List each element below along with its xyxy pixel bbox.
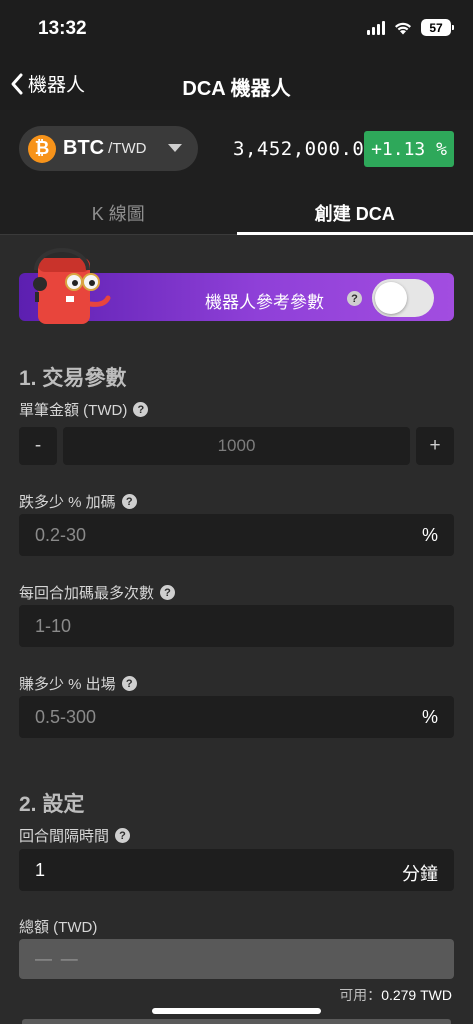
percent-unit: % xyxy=(421,525,438,545)
amount-stepper: - 1000 + xyxy=(19,427,454,465)
interval-unit: 分鐘 xyxy=(402,864,438,884)
profit-percent-placeholder: 0.5-300 xyxy=(35,707,97,727)
amount-label: 單筆金額 (TWD) ? xyxy=(19,399,149,420)
caret-down-icon xyxy=(168,144,182,152)
help-icon[interactable]: ? xyxy=(115,828,131,843)
robot-mascot-icon xyxy=(33,248,111,324)
profit-percent-label-text: 賺多少 % 出場 xyxy=(19,676,116,693)
help-icon[interactable]: ? xyxy=(121,494,137,509)
drop-percent-label-text: 跌多少 % 加碼 xyxy=(19,494,116,511)
amount-decrement-button[interactable]: - xyxy=(19,427,57,465)
percent-unit: % xyxy=(421,707,438,727)
drop-percent-label: 跌多少 % 加碼 ? xyxy=(19,491,137,512)
profit-percent-input[interactable]: 0.5-300 % xyxy=(19,696,454,738)
section-settings-title: 2. 設定 xyxy=(19,793,85,816)
status-icons: 57 xyxy=(367,19,454,36)
ticker-row: ₿ BTC /TWD 3,452,000.0 +1.13 % xyxy=(0,110,473,190)
last-price: 3,452,000.0 xyxy=(233,138,365,160)
interval-value: 1 xyxy=(35,860,46,880)
page-title: DCA 機器人 xyxy=(182,78,291,100)
profit-percent-label: 賺多少 % 出場 ? xyxy=(19,673,137,694)
help-icon[interactable]: ? xyxy=(121,676,137,691)
available-balance: 可用：0.279 TWD xyxy=(339,985,452,1005)
pair-base: BTC xyxy=(63,137,105,159)
bitcoin-icon: ₿ xyxy=(28,134,56,163)
section-trade-params-title: 1. 交易參數 xyxy=(19,367,127,390)
pair-selector[interactable]: ₿ BTC /TWD xyxy=(19,126,198,171)
tab-kline[interactable]: K 線圖 xyxy=(0,190,237,234)
pair-quote: /TWD xyxy=(108,140,147,157)
signal-icon xyxy=(367,20,385,35)
total-placeholder: — — xyxy=(35,949,80,968)
status-time: 13:32 xyxy=(38,18,87,39)
available-prefix: 可用： xyxy=(339,987,382,1003)
submit-button-edge[interactable] xyxy=(22,1019,451,1024)
battery-icon: 57 xyxy=(421,19,454,36)
nav-bar: 機器人 DCA 機器人 xyxy=(0,58,473,110)
battery-level: 57 xyxy=(429,20,443,35)
home-indicator xyxy=(152,1008,321,1014)
toggle-knob xyxy=(375,282,407,314)
amount-label-text: 單筆金額 (TWD) xyxy=(19,402,128,419)
max-times-label-text: 每回合加碼最多次數 xyxy=(19,585,155,602)
available-value: 0.279 TWD xyxy=(381,987,452,1003)
total-label-text: 總額 (TWD) xyxy=(19,919,98,936)
max-times-input[interactable]: 1-10 xyxy=(19,605,454,647)
interval-input[interactable]: 1 分鐘 xyxy=(19,849,454,891)
amount-increment-button[interactable]: + xyxy=(416,427,454,465)
total-input: — — xyxy=(19,939,454,979)
status-bar: 13:32 57 xyxy=(0,0,473,58)
interval-label-text: 回合間隔時間 xyxy=(19,828,110,845)
help-icon[interactable]: ? xyxy=(133,402,149,417)
tab-create-dca[interactable]: 創建 DCA xyxy=(236,190,473,235)
drop-percent-input[interactable]: 0.2-30 % xyxy=(19,514,454,556)
price-change-badge: +1.13 % xyxy=(364,131,454,167)
reference-params-label: 機器人參考參數 xyxy=(205,293,324,312)
drop-percent-placeholder: 0.2-30 xyxy=(35,525,87,545)
interval-label: 回合間隔時間 ? xyxy=(19,825,131,846)
max-times-placeholder: 1-10 xyxy=(35,616,72,636)
wifi-icon xyxy=(395,22,411,34)
tab-bar: K 線圖 創建 DCA xyxy=(0,190,473,235)
max-times-label: 每回合加碼最多次數 ? xyxy=(19,582,176,603)
help-icon[interactable]: ? xyxy=(347,291,362,306)
help-icon[interactable]: ? xyxy=(160,585,176,600)
amount-input[interactable]: 1000 xyxy=(63,427,410,465)
total-label: 總額 (TWD) xyxy=(19,916,97,937)
reference-params-toggle[interactable] xyxy=(372,279,434,317)
